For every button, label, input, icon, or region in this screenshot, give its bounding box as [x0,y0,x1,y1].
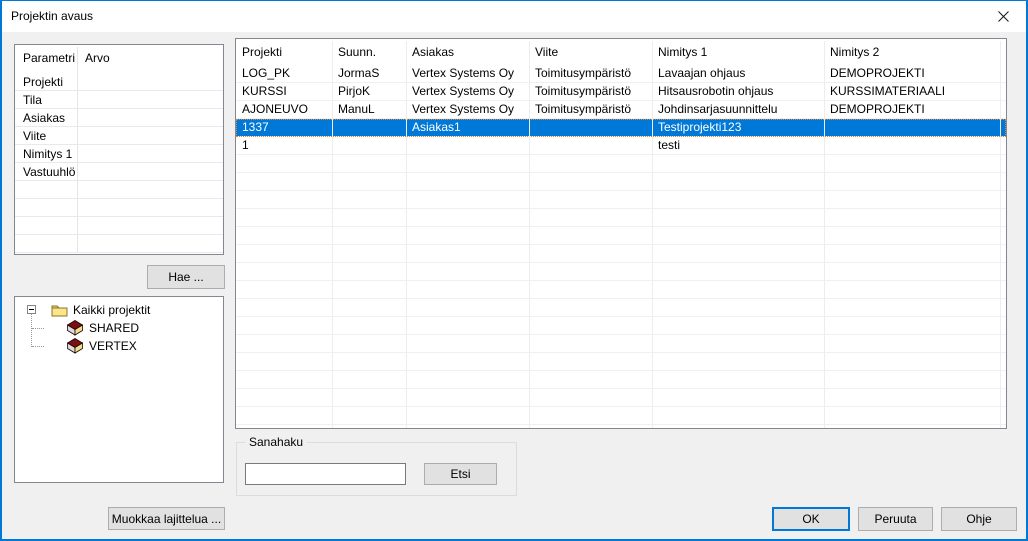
project-row[interactable]: LOG_PKJormaSVertex Systems OyToimitusymp… [236,65,1006,83]
project-cell[interactable] [332,119,406,137]
parameter-row[interactable]: Nimitys 1 [15,145,223,163]
sanahaku-group: Sanahaku Etsi [236,442,517,496]
project-cell[interactable]: Toimitusympäristö [529,101,652,119]
project-row-empty[interactable] [236,173,1006,191]
column-header-nimitys-1[interactable]: Nimitys 1 [652,39,824,65]
parameter-row[interactable]: Vastuuhlö [15,163,223,181]
hae-button[interactable]: Hae ... [147,265,225,289]
parameter-row[interactable]: Projekti [15,73,223,91]
project-open-dialog: Projektin avaus Parametri Arvo ProjektiT… [0,0,1028,541]
column-header-nimitys-2[interactable]: Nimitys 2 [824,39,1000,65]
close-button[interactable] [981,1,1026,32]
tree-connector [32,346,44,347]
project-row[interactable]: 1 testi [236,137,1006,155]
column-header-suunn-[interactable]: Suunn. [332,39,406,65]
project-cell[interactable]: Vertex Systems Oy [406,83,529,101]
sanahaku-input[interactable] [245,463,406,485]
project-row-empty[interactable] [236,299,1006,317]
tree-item[interactable]: VERTEX [67,337,223,355]
tree-item-label[interactable]: VERTEX [89,337,137,355]
folder-icon [51,303,68,317]
column-header-projekti[interactable]: Projekti [236,39,332,65]
parameter-row[interactable] [15,235,223,253]
project-cell[interactable]: Johdinsarjasuunnittelu [652,101,824,119]
titlebar: Projektin avaus [2,1,1026,32]
column-header-asiakas[interactable]: Asiakas [406,39,529,65]
project-cell[interactable]: 1 [236,137,332,155]
parameter-rows: ProjektiTilaAsiakasViiteNimitys 1Vastuuh… [15,73,223,253]
project-cell[interactable] [824,137,1000,155]
project-row-empty[interactable] [236,353,1006,371]
project-row-empty[interactable] [236,281,1006,299]
project-row-empty[interactable] [236,371,1006,389]
project-row-empty[interactable] [236,227,1006,245]
project-cell[interactable]: Vertex Systems Oy [406,65,529,83]
column-header-viite[interactable]: Viite [529,39,652,65]
etsi-button[interactable]: Etsi [424,463,497,485]
dialog-title: Projektin avaus [11,1,93,32]
collapse-minus-icon[interactable] [27,305,36,314]
project-tree: Kaikki projektit SHAREDVERTEX [14,296,224,483]
parameter-row[interactable]: Viite [15,127,223,145]
column-header-parametri[interactable]: Parametri [23,45,75,71]
project-cell[interactable] [406,137,529,155]
project-cell[interactable] [529,119,652,137]
project-cell[interactable]: Toimitusympäristö [529,83,652,101]
parameter-table-header: Parametri Arvo [15,45,223,73]
project-cell[interactable]: Lavaajan ohjaus [652,65,824,83]
project-row-empty[interactable] [236,407,1006,425]
project-row[interactable]: 1337 Asiakas1 Testiprojekti123 [236,119,1006,137]
project-row[interactable]: KURSSIPirjoKVertex Systems OyToimitusymp… [236,83,1006,101]
tree-item-label[interactable]: SHARED [89,319,139,337]
sanahaku-legend: Sanahaku [245,435,307,449]
project-row-empty[interactable] [236,389,1006,407]
parameter-table: Parametri Arvo ProjektiTilaAsiakasViiteN… [14,44,224,255]
project-cell[interactable]: Hitsausrobotin ohjaus [652,83,824,101]
project-cube-icon [67,320,83,336]
parameter-row[interactable] [15,217,223,235]
tree-item[interactable]: SHARED [67,319,223,337]
project-row[interactable]: AJONEUVOManuLVertex Systems OyToimitusym… [236,101,1006,119]
project-cell[interactable]: 1337 [236,119,332,137]
project-cell[interactable]: LOG_PK [236,65,332,83]
project-cell[interactable]: PirjoK [332,83,406,101]
project-cell[interactable]: Testiprojekti123 [652,119,824,137]
project-cell[interactable]: Asiakas1 [406,119,529,137]
parameter-row[interactable] [15,199,223,217]
project-cell[interactable] [332,137,406,155]
project-cell[interactable]: JormaS [332,65,406,83]
project-cell[interactable]: AJONEUVO [236,101,332,119]
column-header-arvo[interactable]: Arvo [85,45,110,71]
project-cell[interactable]: KURSSIMATERIAALI [824,83,1000,101]
tree-connector [32,328,44,329]
ohje-button[interactable]: Ohje [941,507,1017,531]
ok-button[interactable]: OK [772,507,850,531]
project-cell[interactable]: Vertex Systems Oy [406,101,529,119]
project-cube-icon [67,338,83,354]
project-row-empty[interactable] [236,245,1006,263]
project-cell[interactable]: DEMOPROJEKTI [824,101,1000,119]
project-row-empty[interactable] [236,209,1006,227]
tree-item-root[interactable]: Kaikki projektit [15,301,223,319]
muokkaa-lajittelua-button[interactable]: Muokkaa lajittelua ... [108,507,225,530]
project-row-empty[interactable] [236,317,1006,335]
peruuta-button[interactable]: Peruuta [858,507,933,531]
parameter-row[interactable]: Asiakas [15,109,223,127]
project-row-empty[interactable] [236,335,1006,353]
project-row-empty[interactable] [236,191,1006,209]
project-cell[interactable]: ManuL [332,101,406,119]
project-cell[interactable]: DEMOPROJEKTI [824,65,1000,83]
project-cell[interactable] [824,119,1000,137]
project-cell[interactable]: KURSSI [236,83,332,101]
project-cell[interactable] [529,137,652,155]
project-cell[interactable]: testi [652,137,824,155]
parameter-row[interactable] [15,181,223,199]
project-row-empty[interactable] [236,263,1006,281]
project-row-empty[interactable] [236,155,1006,173]
tree-root-label[interactable]: Kaikki projektit [73,301,150,319]
close-icon [998,11,1009,22]
parameter-row[interactable]: Tila [15,91,223,109]
project-list: ProjektiSuunn.AsiakasViiteNimitys 1Nimit… [235,38,1007,429]
project-cell[interactable]: Toimitusympäristö [529,65,652,83]
